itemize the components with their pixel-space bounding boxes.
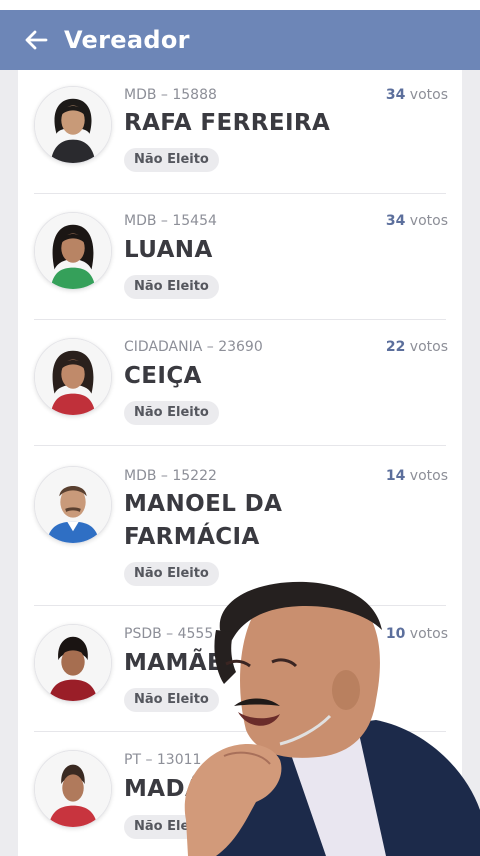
candidate-name: MANOEL DA FARMÁCIA	[124, 491, 283, 550]
party-number: CIDADANIA – 23690	[124, 339, 263, 355]
candidate-item[interactable]: CIDADANIA – 23690 22 votos CEIÇA Não Ele…	[18, 320, 462, 446]
status-strip	[0, 0, 480, 10]
candidate-photo	[34, 624, 112, 702]
status-badge: Não Eleito	[124, 148, 219, 172]
status-badge: Não Eleito	[124, 401, 219, 425]
votes-count: 22 votos	[385, 339, 448, 355]
arrow-left-icon[interactable]	[22, 26, 50, 54]
party-number: MDB – 15888	[124, 87, 217, 103]
app-header: Vereador	[0, 10, 480, 70]
candidate-name: LUANA	[124, 237, 213, 263]
votes-count: 34 votos	[385, 87, 448, 103]
candidate-photo	[34, 750, 112, 828]
laughing-man-overlay	[176, 580, 480, 856]
candidate-item[interactable]: MDB – 15888 34 votos RAFA FERREIRA Não E…	[18, 70, 462, 194]
candidate-photo	[34, 86, 112, 164]
candidate-photo	[34, 338, 112, 416]
party-number: MDB – 15222	[124, 468, 217, 484]
status-badge: Não Eleito	[124, 275, 219, 299]
party-number: MDB – 15454	[124, 213, 217, 229]
votes-count: 14 votos	[385, 468, 448, 484]
page-title: Vereador	[64, 26, 190, 54]
candidate-photo	[34, 212, 112, 290]
candidate-photo	[34, 466, 112, 544]
candidate-item[interactable]: MDB – 15454 34 votos LUANA Não Eleito	[18, 194, 462, 320]
candidate-name: CEIÇA	[124, 363, 202, 389]
candidate-name: RAFA FERREIRA	[124, 110, 331, 136]
votes-count: 34 votos	[385, 213, 448, 229]
